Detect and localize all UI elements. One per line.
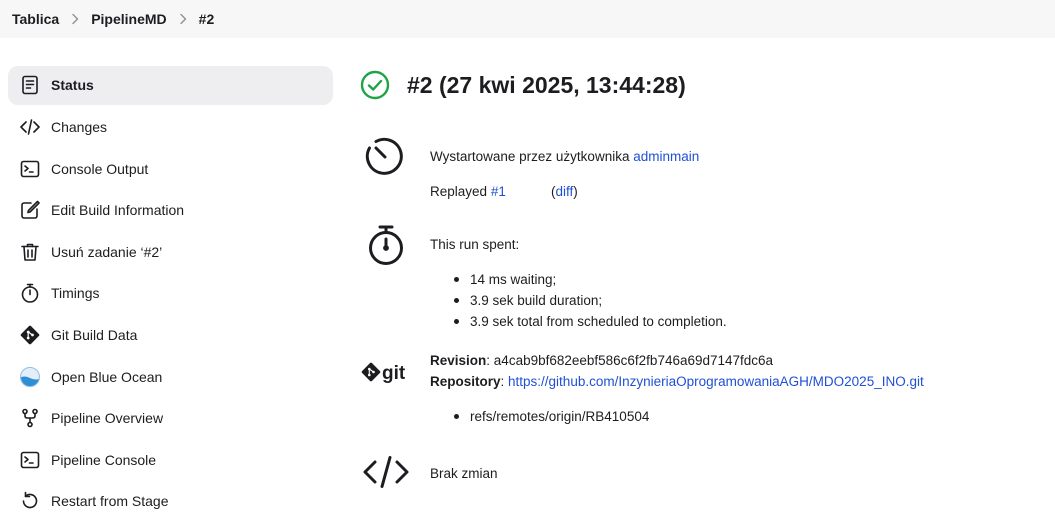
page-title: #2 (27 kwi 2025, 13:44:28) [407,71,686,98]
pipeline-icon [19,407,41,429]
sidebar-item-label: Git Build Data [51,326,138,343]
sidebar-item-console-output[interactable]: Console Output [8,149,333,188]
repository-label: Repository [430,374,501,389]
breadcrumb-dashboard[interactable]: Tablica [12,11,59,27]
diff-link[interactable]: diff [556,184,574,199]
sidebar-item-label: Restart from Stage [51,493,169,510]
terminal-icon [19,449,41,471]
sidebar-item-git-build-data[interactable]: Git Build Data [8,316,333,355]
code-icon [19,116,41,138]
list-item: 3.9 sek build duration; [450,290,727,311]
branch-list: refs/remotes/origin/RB410504 [450,406,649,427]
success-check-icon [360,70,390,100]
sidebar-item-timings[interactable]: Timings [8,274,333,313]
sidebar-item-pipeline-overview[interactable]: Pipeline Overview [8,399,333,438]
sidebar-item-label: Status [51,77,94,94]
list-item: 3.9 sek total from scheduled to completi… [450,311,727,332]
replayed-line: Replayed #1 [430,184,506,199]
sidebar-item-restart-from-stage[interactable]: Restart from Stage [8,482,333,519]
sidebar-item-status[interactable]: Status [8,66,333,105]
revision-line: Revision: a4cab9bf682eebf586c6f2fb746a69… [430,353,774,368]
breadcrumb-job[interactable]: PipelineMD [91,11,166,27]
sidebar-item-delete-build[interactable]: Usuń zadanie ‘#2’ [8,232,333,271]
sidebar-item-pipeline-console[interactable]: Pipeline Console [8,440,333,479]
revision-label: Revision [430,353,487,368]
revision-value: a4cab9bf682eebf586c6f2fb746a69d7147fdc6a [493,353,774,368]
repository-line: Repository: https://github.com/Inzynieri… [430,374,924,389]
sidebar-item-label: Pipeline Overview [51,410,164,427]
chevron-right-icon[interactable] [167,9,199,29]
sidebar-item-label: Edit Build Information [51,202,185,219]
list-item: 14 ms waiting; [450,269,727,290]
no-changes-text: Brak zmian [430,466,498,481]
sidebar-item-label: Usuń zadanie ‘#2’ [51,243,163,260]
list-item: refs/remotes/origin/RB410504 [450,406,649,427]
sidebar: Status Changes Console Output Edit Build… [8,66,333,519]
git-icon [19,324,41,346]
replayed-label: Replayed [430,184,488,199]
sidebar-item-label: Console Output [51,160,149,177]
chevron-right-icon[interactable] [59,9,91,29]
git-logo-text: git [382,363,406,384]
sidebar-item-changes[interactable]: Changes [8,108,333,147]
breadcrumb: Tablica PipelineMD #2 [0,0,1055,38]
sidebar-item-label: Timings [51,285,100,302]
diff-close-paren: ) [573,184,578,199]
timing-list: 14 ms waiting; 3.9 sek build duration; 3… [450,269,727,332]
started-by-label: Wystartowane przez użytkownika [430,149,630,164]
document-icon [19,74,41,96]
edit-icon [19,199,41,221]
trash-icon [19,241,41,263]
repository-link[interactable]: https://github.com/InzynieriaOprogramowa… [508,374,924,389]
sidebar-item-open-blue-ocean[interactable]: Open Blue Ocean [8,357,333,396]
stopwatch-icon [19,282,41,304]
sidebar-item-label: Pipeline Console [51,451,157,468]
stopwatch-icon [366,224,406,266]
build-header: #2 (27 kwi 2025, 13:44:28) [360,66,686,104]
terminal-icon [19,158,41,180]
replayed-build-link[interactable]: #1 [491,184,506,199]
breadcrumb-build[interactable]: #2 [199,11,215,27]
sidebar-item-label: Open Blue Ocean [51,368,163,385]
sidebar-item-label: Changes [51,118,108,135]
user-link[interactable]: adminmain [633,149,699,164]
blue-ocean-icon [19,366,41,388]
code-icon [362,455,410,489]
timing-heading: This run spent: [430,237,520,252]
sidebar-item-edit-build-information[interactable]: Edit Build Information [8,191,333,230]
started-by-line: Wystartowane przez użytkownika adminmain [430,149,699,164]
git-logo-icon: git [361,360,411,386]
diff-wrapper: (diff) [551,184,578,199]
restart-icon [19,490,41,512]
gauge-icon [364,136,408,176]
